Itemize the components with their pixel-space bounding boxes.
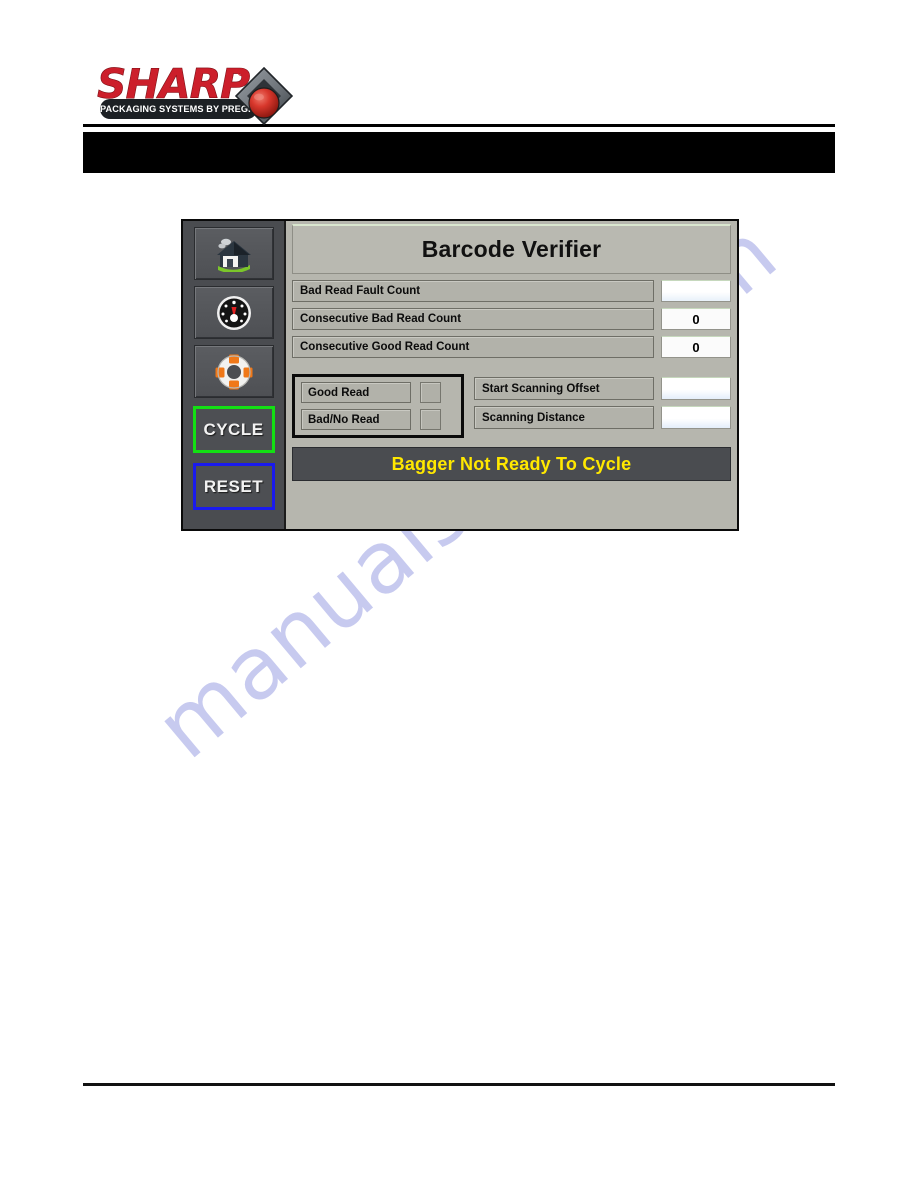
lamp-row-bad-no-read: Bad/No Read: [301, 409, 455, 430]
sharp-logo: SHARP ® PACKAGING SYSTEMS BY PREGIS: [97, 62, 297, 125]
start-scanning-offset-input[interactable]: [661, 377, 731, 400]
reset-button[interactable]: RESET: [192, 463, 275, 510]
counter-label: Consecutive Good Read Count: [292, 336, 654, 358]
sidebar-item-dashboard[interactable]: [193, 286, 274, 339]
diamond-sphere-icon: [235, 67, 293, 125]
logo-tagline-text: PACKAGING SYSTEMS BY PREGIS: [99, 104, 258, 114]
gauge-icon: [216, 295, 251, 330]
param-row-start-scanning-offset: Start Scanning Offset: [474, 377, 731, 400]
counter-row-consecutive-good-read: Consecutive Good Read Count 0: [292, 336, 731, 358]
sidebar-item-help[interactable]: [193, 345, 274, 398]
cycle-button[interactable]: CYCLE: [192, 406, 275, 453]
panel-title-bar: Barcode Verifier: [292, 224, 731, 274]
lamp-label: Good Read: [301, 382, 411, 403]
counter-row-bad-read-fault: Bad Read Fault Count: [292, 280, 731, 302]
hmi-content-area: Barcode Verifier Bad Read Fault Count Co…: [284, 221, 737, 529]
lamp-row-good-read: Good Read: [301, 382, 455, 403]
status-message: Bagger Not Ready To Cycle: [391, 453, 632, 474]
page-watermark: manualshive.com: [0, 0, 918, 1188]
read-status-group: Good Read Bad/No Read: [292, 374, 464, 438]
logo-tagline-bar: PACKAGING SYSTEMS BY PREGIS: [100, 99, 257, 119]
lamp-label: Bad/No Read: [301, 409, 411, 430]
status-banner: Bagger Not Ready To Cycle: [292, 447, 731, 481]
good-read-indicator-lamp: [420, 382, 441, 403]
scan-parameters: Start Scanning Offset Scanning Distance: [474, 374, 731, 429]
sidebar-item-home[interactable]: [193, 227, 274, 280]
counter-label: Bad Read Fault Count: [292, 280, 654, 302]
counter-value-field[interactable]: [661, 280, 731, 302]
lower-controls-area: Good Read Bad/No Read Start Scanning Off…: [292, 374, 731, 438]
page-title: Barcode Verifier: [421, 236, 602, 262]
hmi-screen-panel: CYCLE RESET Barcode Verifier Bad Read Fa…: [181, 219, 739, 531]
header-top-rule: [83, 124, 835, 127]
hmi-sidebar: CYCLE RESET: [183, 221, 284, 529]
param-label: Scanning Distance: [474, 406, 654, 429]
param-row-scanning-distance: Scanning Distance: [474, 406, 731, 429]
home-icon: [216, 238, 251, 272]
counter-row-consecutive-bad-read: Consecutive Bad Read Count 0: [292, 308, 731, 330]
param-label: Start Scanning Offset: [474, 377, 654, 400]
counter-label: Consecutive Bad Read Count: [292, 308, 654, 330]
counter-value-field[interactable]: 0: [661, 336, 731, 358]
counter-value-field[interactable]: 0: [661, 308, 731, 330]
header-black-bar: [83, 132, 835, 173]
life-ring-icon: [215, 354, 252, 389]
footer-rule: [83, 1083, 835, 1086]
scanning-distance-input[interactable]: [661, 406, 731, 429]
bad-no-read-indicator-lamp: [420, 409, 441, 430]
